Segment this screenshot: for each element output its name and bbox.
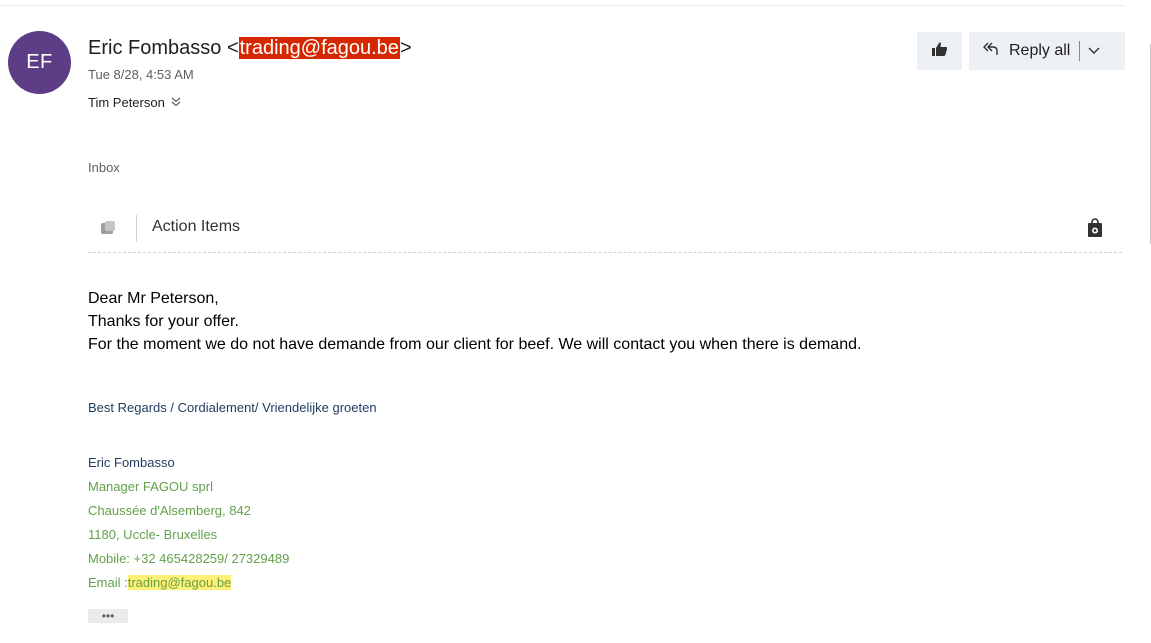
signature-email-prefix: Email : [88, 575, 128, 590]
sender-email[interactable]: trading@fagou.be [238, 37, 400, 59]
double-chevron-down-icon[interactable] [171, 96, 181, 110]
regards-line: Best Regards / Cordialement/ Vriendelijk… [88, 400, 377, 415]
message-date: Tue 8/28, 4:53 AM [88, 67, 194, 82]
action-items-label[interactable]: Action Items [152, 218, 240, 236]
email-close-bracket: > [399, 37, 412, 59]
avatar-initials: EF [26, 51, 53, 73]
action-items-separator [136, 215, 137, 242]
signature-email-link[interactable]: trading@fagou.be [127, 575, 232, 590]
signature-title: Manager FAGOU sprl [88, 479, 213, 494]
signature: Eric Fombasso Manager FAGOU sprl Chaussé… [88, 451, 289, 595]
signature-address-line2: 1180, Uccle- Bruxelles [88, 527, 218, 542]
more-label: ••• [101, 609, 115, 623]
body-line: For the moment we do not have demande fr… [88, 336, 862, 353]
action-items-bar: Action Items [88, 210, 1122, 254]
folder-label[interactable]: Inbox [88, 160, 120, 175]
signature-address-line1: Chaussée d'Alsemberg, 842 [88, 503, 251, 518]
like-button[interactable] [917, 32, 962, 70]
email-open-bracket: < [226, 37, 239, 59]
reply-all-button[interactable]: Reply all [969, 32, 1125, 70]
recipient-name[interactable]: Tim Peterson [88, 95, 165, 110]
show-more-button[interactable]: ••• [88, 609, 128, 623]
signature-name: Eric Fombasso [88, 455, 175, 470]
header-divider [0, 5, 1125, 6]
chevron-down-icon[interactable] [1088, 47, 1100, 55]
body-line: Thanks for your offer. [88, 313, 239, 330]
reply-all-separator [1079, 41, 1081, 61]
sender-name[interactable]: Eric Fombasso [88, 37, 221, 59]
reply-all-main[interactable]: Reply all [969, 40, 1070, 63]
message-body: Dear Mr Peterson, Thanks for your offer.… [88, 287, 861, 356]
action-items-icon[interactable] [99, 220, 117, 241]
sender-line: Eric Fombasso <trading@fagou.be> [88, 37, 412, 60]
action-items-rule [88, 252, 1122, 253]
signature-mobile: Mobile: +32 465428259/ 27329489 [88, 551, 290, 566]
reply-all-label: Reply all [1009, 42, 1071, 59]
store-bag-icon[interactable] [1087, 218, 1103, 243]
signature-email-line: Email :trading@fagou.be [88, 571, 289, 595]
body-line: Dear Mr Peterson, [88, 290, 219, 307]
recipient-line: Tim Peterson [88, 95, 181, 110]
reply-all-icon [981, 40, 999, 63]
thumbs-up-icon [931, 42, 948, 61]
avatar[interactable]: EF [8, 31, 71, 94]
